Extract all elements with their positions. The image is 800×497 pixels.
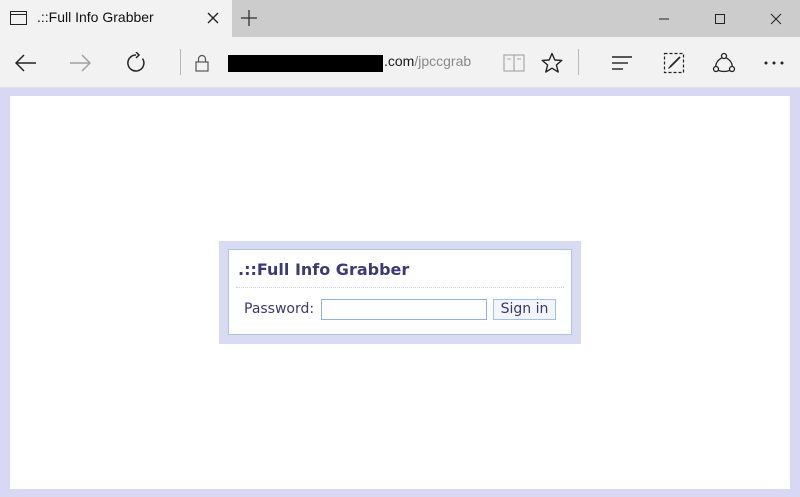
login-divider <box>236 287 564 288</box>
toolbar-divider <box>578 49 579 75</box>
maximize-button[interactable] <box>696 0 744 37</box>
login-form: .::Full Info Grabber Password: Sign in <box>228 249 572 335</box>
address-bar-url[interactable]: .com/jpccgrab <box>384 53 471 69</box>
favorite-button[interactable] <box>536 37 568 88</box>
password-label: Password: <box>244 301 315 317</box>
login-panel: .::Full Info Grabber Password: Sign in <box>219 241 581 344</box>
star-icon <box>541 52 563 73</box>
lock-icon <box>195 54 209 72</box>
minimize-icon <box>659 18 669 19</box>
reading-view-button[interactable] <box>500 37 528 88</box>
refresh-icon <box>127 51 145 72</box>
tab-bar: .::Full Info Grabber <box>0 0 800 37</box>
hub-icon <box>612 55 632 70</box>
sign-in-button[interactable]: Sign in <box>493 299 556 320</box>
share-icon <box>712 52 736 72</box>
share-button[interactable] <box>706 37 742 88</box>
book-icon <box>503 53 525 72</box>
hub-button[interactable] <box>604 37 640 88</box>
back-button[interactable] <box>8 37 44 88</box>
password-input[interactable] <box>321 299 487 320</box>
more-icon <box>764 61 784 64</box>
close-icon <box>770 13 782 24</box>
url-path: /jpccgrab <box>414 53 472 69</box>
url-domain-suffix: .com <box>384 53 415 69</box>
close-icon[interactable] <box>205 10 221 26</box>
page-content: .::Full Info Grabber Password: Sign in <box>10 96 790 489</box>
arrow-left-icon <box>15 53 36 72</box>
web-note-button[interactable] <box>656 37 692 88</box>
tab-title: .::Full Info Grabber <box>37 9 154 25</box>
maximize-icon <box>715 13 725 24</box>
pen-note-icon <box>663 52 685 73</box>
plus-icon[interactable] <box>240 9 258 27</box>
lock-icon-wrap <box>190 37 214 88</box>
browser-tab[interactable]: .::Full Info Grabber <box>0 0 232 37</box>
url-redacted-domain[interactable] <box>228 55 383 72</box>
more-button[interactable] <box>756 37 792 88</box>
toolbar-divider <box>180 49 181 75</box>
login-heading: .::Full Info Grabber <box>238 260 410 279</box>
page-icon <box>10 11 27 25</box>
minimize-button[interactable] <box>640 0 688 37</box>
forward-button[interactable] <box>62 37 98 88</box>
refresh-button[interactable] <box>118 37 154 88</box>
arrow-right-icon <box>70 53 91 72</box>
navigation-bar: .com/jpccgrab <box>0 37 800 88</box>
page-viewport: .::Full Info Grabber Password: Sign in <box>0 88 800 497</box>
window-close-button[interactable] <box>752 0 800 37</box>
